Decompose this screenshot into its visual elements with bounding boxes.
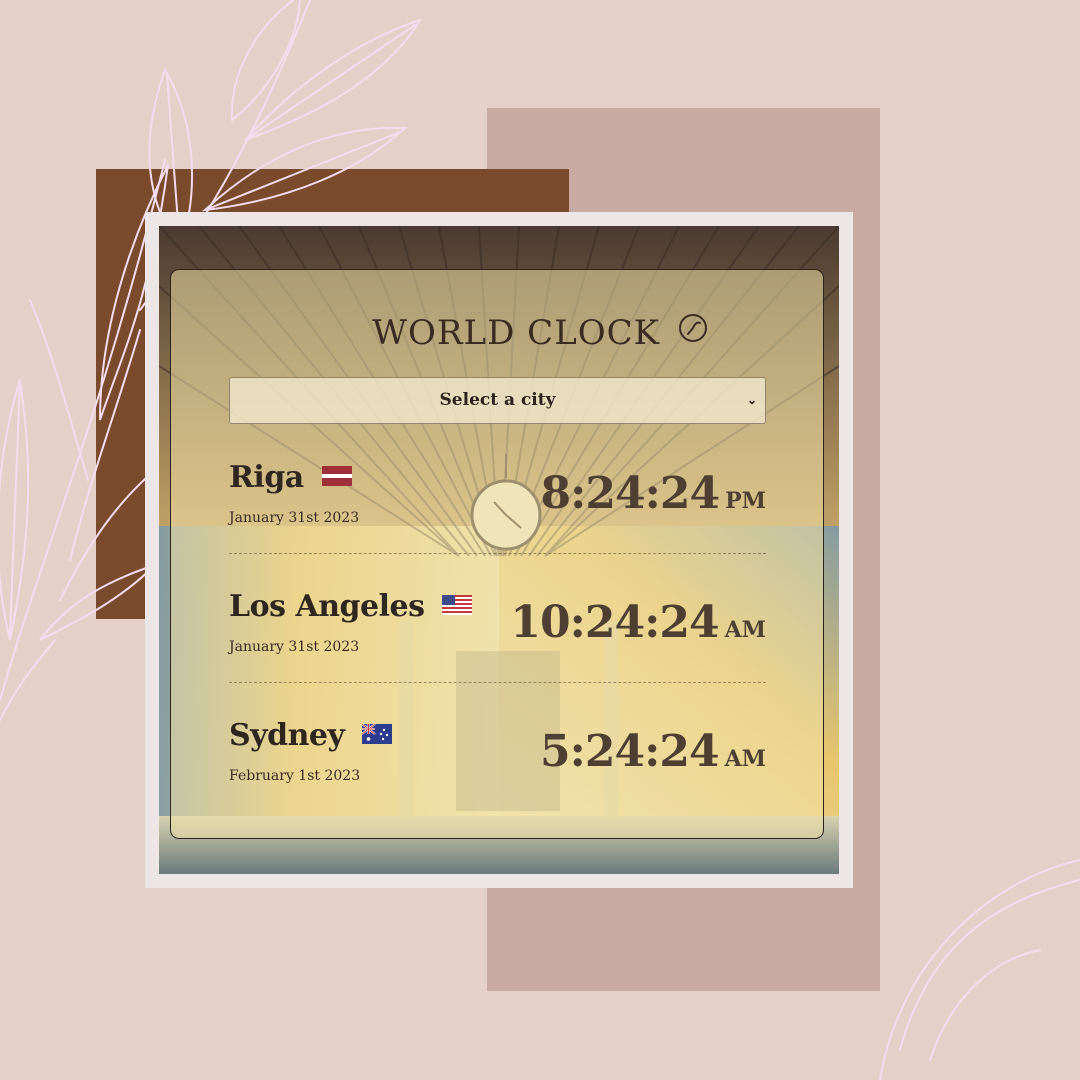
time-ampm: AM <box>724 617 766 643</box>
city-date-sydney: February 1st 2023 <box>229 768 361 784</box>
title-text: WORLD CLOCK <box>372 313 661 353</box>
australia-flag-icon <box>361 717 393 752</box>
city-time-sydney: 5:24:24 AM <box>540 726 766 777</box>
city-select-value: Select a city <box>439 390 556 410</box>
city-select-dropdown[interactable]: Select a city ⌄ <box>229 377 766 424</box>
city-date-los-angeles: January 31st 2023 <box>229 639 360 655</box>
page-title: WORLD CLOCK <box>0 309 1080 357</box>
time-value: 8:24:24 <box>540 468 721 519</box>
row-divider <box>229 682 766 683</box>
time-ampm: PM <box>725 488 766 514</box>
city-time-riga: 8:24:24 PM <box>541 468 766 519</box>
time-ampm: AM <box>724 746 766 772</box>
usa-flag-icon <box>442 588 473 623</box>
city-name-riga: Riga <box>229 460 352 495</box>
latvia-flag-icon <box>321 459 352 494</box>
city-name-sydney: Sydney <box>229 717 393 753</box>
chevron-down-icon: ⌄ <box>746 393 757 407</box>
clock-icon <box>678 308 708 356</box>
city-date-riga: January 31st 2023 <box>229 510 360 526</box>
time-value: 10:24:24 <box>510 597 719 648</box>
city-time-los-angeles: 10:24:24 AM <box>510 597 766 648</box>
time-value: 5:24:24 <box>540 726 720 777</box>
city-name-los-angeles: Los Angeles <box>229 588 473 624</box>
city-row-sydney: Sydney February 1st 2023 5:24:24 AM <box>229 718 766 828</box>
row-divider <box>229 553 766 554</box>
